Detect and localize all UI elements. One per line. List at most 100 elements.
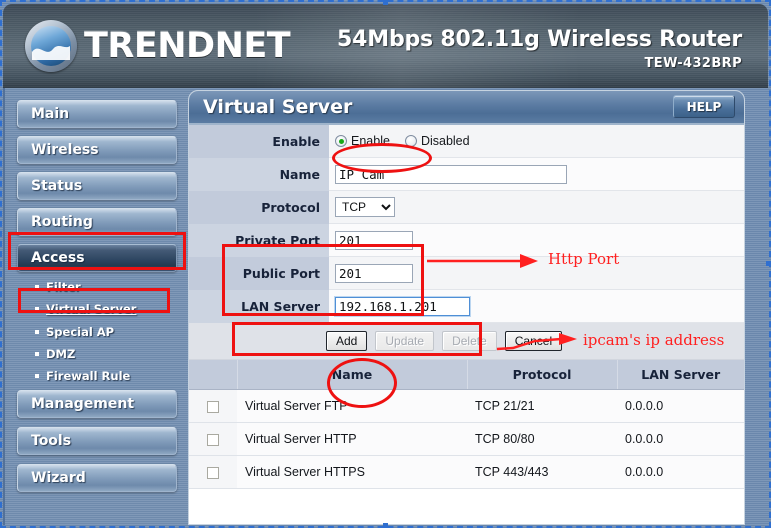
- update-button[interactable]: Update: [375, 331, 435, 351]
- col-lan-server: LAN Server: [617, 360, 744, 390]
- sidebar-nav: Main Wireless Status Routing Access Filt…: [3, 88, 190, 525]
- sidebar-item-main[interactable]: Main: [17, 100, 177, 128]
- col-name: Name: [237, 360, 468, 390]
- sidebar-item-management[interactable]: Management: [17, 390, 177, 418]
- sidebar-subitem-special-ap[interactable]: Special AP: [35, 325, 114, 339]
- radio-enable-label[interactable]: Enable: [351, 134, 390, 148]
- bullet-icon: [35, 284, 39, 289]
- cell-lan-server: 0.0.0.0: [617, 422, 744, 456]
- bullet-icon: [35, 306, 39, 311]
- sidebar-item-wizard[interactable]: Wizard: [17, 464, 177, 492]
- protocol-value-cell: TCP: [329, 191, 744, 224]
- radio-enable[interactable]: [335, 135, 347, 147]
- add-button[interactable]: Add: [326, 331, 368, 351]
- bullet-icon: [35, 329, 39, 334]
- product-title: 54Mbps 802.11g Wireless Router: [337, 27, 742, 52]
- cancel-button[interactable]: Cancel: [504, 331, 563, 351]
- bullet-icon: [35, 351, 39, 356]
- row-lan-server: LAN Server: [189, 290, 744, 323]
- product-banner: TRENDNET 54Mbps 802.11g Wireless Router …: [3, 4, 768, 88]
- trendnet-globe-icon: [25, 20, 77, 72]
- private-port-label: Private Port: [189, 224, 329, 257]
- sidebar-subitem-virtual-server[interactable]: Virtual Server: [35, 302, 136, 316]
- delete-button[interactable]: Delete: [442, 331, 497, 351]
- row-private-port: Private Port: [189, 224, 744, 257]
- cell-protocol: TCP 80/80: [467, 422, 617, 456]
- cell-protocol: TCP 443/443: [467, 455, 617, 489]
- cell-name: Virtual Server HTTPS: [237, 455, 467, 489]
- lan-server-value-cell: [329, 290, 744, 323]
- marquee-handle-bottom[interactable]: [383, 523, 388, 528]
- sidebar-item-routing[interactable]: Routing: [17, 208, 177, 236]
- sidebar-subitem-filter[interactable]: Filter: [35, 280, 81, 294]
- cell-lan-server: 0.0.0.0: [617, 455, 744, 489]
- table-row[interactable]: Virtual Server FTP TCP 21/21 0.0.0.0: [189, 389, 744, 423]
- sidebar-item-wireless[interactable]: Wireless: [17, 136, 177, 164]
- sidebar-item-label: Main: [31, 106, 70, 122]
- row-name: Name: [189, 158, 744, 191]
- col-protocol: Protocol: [467, 360, 618, 390]
- lan-server-label: LAN Server: [189, 290, 329, 323]
- sidebar-subitem-label: Special AP: [46, 325, 115, 339]
- sidebar-item-label: Access: [31, 250, 85, 266]
- globe-wave-shape: [32, 46, 70, 60]
- sidebar-item-tools[interactable]: Tools: [17, 427, 177, 455]
- cell-name: Virtual Server FTP: [237, 389, 467, 423]
- row-protocol: Protocol TCP: [189, 191, 744, 224]
- sidebar-subitem-label: DMZ: [46, 347, 76, 361]
- virtual-server-table: Name Protocol LAN Server Virtual Server …: [189, 360, 744, 489]
- table-header-row: Name Protocol LAN Server: [189, 360, 744, 390]
- sidebar-item-label: Routing: [31, 214, 93, 230]
- marquee-handle-top[interactable]: [383, 0, 388, 5]
- public-port-value-cell: [329, 257, 744, 290]
- row-checkbox[interactable]: [206, 466, 219, 479]
- sidebar-subitem-label: Firewall Rule: [46, 369, 131, 383]
- lan-server-input[interactable]: [335, 296, 470, 316]
- sidebar-item-access[interactable]: Access: [17, 244, 177, 272]
- bullet-icon: [35, 373, 39, 378]
- table-row[interactable]: Virtual Server HTTP TCP 80/80 0.0.0.0: [189, 422, 744, 456]
- row-enable: Enable Enable Disabled: [189, 125, 744, 158]
- row-checkbox[interactable]: [206, 433, 219, 446]
- table-row[interactable]: Virtual Server HTTPS TCP 443/443 0.0.0.0: [189, 455, 744, 489]
- enable-value-cell: Enable Disabled: [329, 125, 744, 158]
- radio-disabled-label[interactable]: Disabled: [421, 134, 470, 148]
- row-checkbox[interactable]: [206, 400, 219, 413]
- cell-lan-server: 0.0.0.0: [617, 389, 744, 423]
- help-button[interactable]: HELP: [673, 95, 735, 118]
- enable-radio-group: Enable Disabled: [335, 134, 481, 148]
- row-checkbox-cell: [189, 455, 237, 489]
- brand-logo: TRENDNET: [25, 20, 291, 72]
- model-number: TEW-432BRP: [644, 56, 742, 71]
- sidebar-subitem-dmz[interactable]: DMZ: [35, 347, 75, 361]
- public-port-input[interactable]: [335, 263, 413, 283]
- sidebar-item-label: Tools: [31, 433, 72, 449]
- help-button-label: HELP: [686, 99, 722, 114]
- sidebar-item-status[interactable]: Status: [17, 172, 177, 200]
- name-input[interactable]: [335, 164, 567, 184]
- col-select: [189, 360, 238, 390]
- sidebar-subitem-label: Virtual Server: [46, 302, 137, 316]
- radio-disabled[interactable]: [404, 135, 417, 147]
- enable-label: Enable: [189, 125, 329, 158]
- marquee-handle-right[interactable]: [766, 261, 771, 266]
- row-public-port: Public Port: [189, 257, 744, 290]
- panel-header: Virtual Server HELP: [189, 91, 744, 125]
- page-title: Virtual Server: [203, 96, 353, 118]
- sidebar-subitem-firewall-rule[interactable]: Firewall Rule: [35, 369, 130, 383]
- sidebar-subitem-label: Filter: [46, 280, 81, 294]
- sidebar-item-label: Management: [31, 396, 135, 412]
- name-value-cell: [329, 158, 744, 191]
- main-content-panel: Virtual Server HELP Enable Enable Disabl…: [188, 90, 745, 525]
- model-info: 54Mbps 802.11g Wireless Router TEW-432BR…: [337, 27, 742, 71]
- public-port-label: Public Port: [189, 257, 329, 290]
- name-label: Name: [189, 158, 329, 191]
- sidebar-item-label: Wireless: [31, 142, 99, 158]
- row-checkbox-cell: [189, 389, 237, 423]
- protocol-label: Protocol: [189, 191, 329, 224]
- private-port-value-cell: [329, 224, 744, 257]
- sidebar-item-label: Wizard: [31, 470, 86, 486]
- private-port-input[interactable]: [335, 230, 413, 250]
- form-button-row: Add Update Delete Cancel: [189, 323, 744, 360]
- protocol-select[interactable]: TCP: [335, 197, 395, 217]
